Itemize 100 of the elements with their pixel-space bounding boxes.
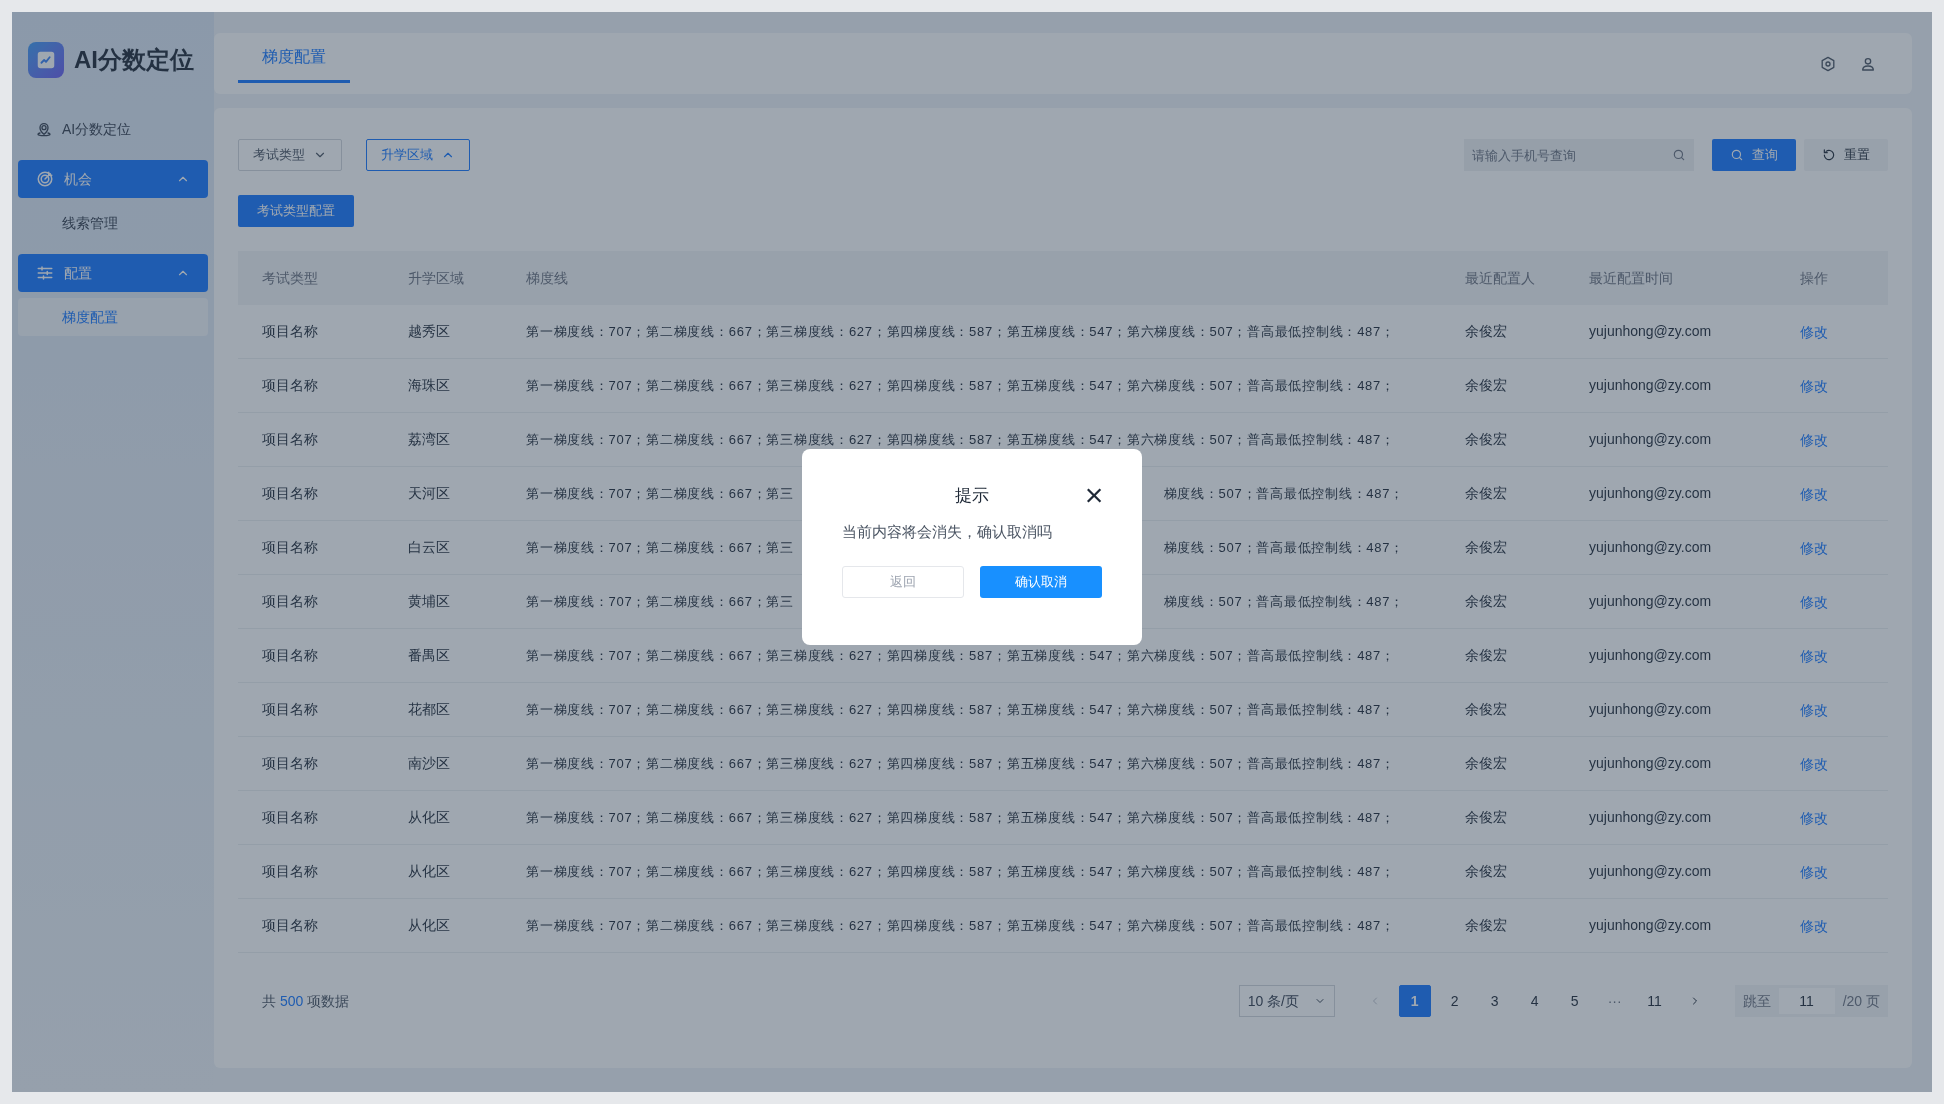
edit-link[interactable]: 修改: [1800, 809, 1828, 826]
edit-link[interactable]: 修改: [1800, 755, 1828, 772]
table-cell-text: 第一梯度线：707；第二梯度线：667；第三梯度线：627；第四梯度线：587；第五梯度线：547；第六梯度线：507；普高最低控制线：487；: [526, 646, 1395, 665]
edit-link[interactable]: 修改: [1800, 539, 1828, 556]
table-cell-text: yujunhong@zy.com: [1589, 484, 1713, 503]
table-cell-text: 梯度线：507；普高最低控制线：487；: [1163, 592, 1404, 611]
search-icon: [1672, 148, 1686, 162]
table-cell-text: 第一梯度线：707；第二梯度线：667；第三梯度线：627；第四梯度线：587；第五梯度线：547；第六梯度线：507；普高最低控制线：487；: [526, 700, 1395, 719]
table-cell-text: 项目名称: [262, 430, 319, 449]
table-cell-text: 项目名称: [262, 808, 319, 827]
table-cell-text: 项目名称: [262, 376, 319, 395]
page-button[interactable]: 1: [1398, 985, 1431, 1017]
table-cell-text: 余俊宏: [1465, 322, 1508, 341]
table-cell-text: 第一梯度线：707；第二梯度线：667；第三梯度线：627；第四梯度线：587；第五梯度线：547；第六梯度线：507；普高最低控制线：487；: [526, 376, 1395, 395]
column-header: 升学区域: [408, 268, 465, 288]
table-cell-text: 项目名称: [262, 484, 319, 503]
menu-item[interactable]: AI分数定位: [18, 110, 208, 148]
table-cell-text: 余俊宏: [1465, 646, 1508, 665]
edit-link[interactable]: 修改: [1800, 323, 1828, 340]
edit-link[interactable]: 修改: [1800, 701, 1828, 718]
table-cell-text: 余俊宏: [1465, 754, 1508, 773]
table-cell-text: 余俊宏: [1465, 484, 1508, 503]
table-cell-text: yujunhong@zy.com: [1589, 916, 1713, 935]
table-cell-text: 梯度线：507；普高最低控制线：487；: [1163, 538, 1404, 557]
table-cell-text: 第一梯度线：707；第二梯度线：667；第三: [526, 484, 794, 503]
column-header: 梯度线: [526, 268, 569, 288]
table-cell-text: 第一梯度线：707；第二梯度线：667；第三梯度线：627；第四梯度线：587；第五梯度线：547；第六梯度线：507；普高最低控制线：487；: [526, 916, 1395, 935]
table-cell-text: yujunhong@zy.com: [1589, 592, 1713, 611]
table-cell-text: yujunhong@zy.com: [1589, 538, 1713, 557]
table-cell-text: 黄埔区: [408, 592, 451, 611]
table-cell-text: 海珠区: [408, 376, 451, 395]
edit-link[interactable]: 修改: [1800, 647, 1828, 664]
reset-button[interactable]: 重置: [1804, 139, 1888, 171]
dialog-message: 当前内容将会消失，确认取消吗: [841, 522, 1053, 542]
filter-dropdown[interactable]: 考试类型: [238, 139, 342, 171]
page-count: /20 页: [1842, 991, 1880, 1011]
edit-link[interactable]: 修改: [1800, 863, 1828, 880]
submenu-item[interactable]: 线索管理: [18, 204, 208, 242]
close-button[interactable]: ×: [1080, 481, 1108, 509]
table-cell-text: 第一梯度线：707；第二梯度线：667；第三梯度线：627；第四梯度线：587；第五梯度线：547；第六梯度线：507；普高最低控制线：487；: [526, 754, 1395, 773]
table-cell-text: 第一梯度线：707；第二梯度线：667；第三: [526, 592, 794, 611]
table-cell-text: yujunhong@zy.com: [1589, 862, 1713, 881]
tab[interactable]: 梯度配置: [238, 33, 350, 83]
menu-group[interactable]: 机会: [18, 160, 208, 198]
table-cell-text: 第一梯度线：707；第二梯度线：667；第三梯度线：627；第四梯度线：587；第五梯度线：547；第六梯度线：507；普高最低控制线：487；: [526, 322, 1395, 341]
column-header: 最近配置人: [1465, 268, 1536, 288]
table-cell-text: 第一梯度线：707；第二梯度线：667；第三梯度线：627；第四梯度线：587；第五梯度线：547；第六梯度线：507；普高最低控制线：487；: [526, 430, 1395, 449]
column-header: 考试类型: [262, 268, 319, 288]
table-cell-text: 从化区: [408, 916, 451, 935]
menu-group[interactable]: 配置: [18, 254, 208, 292]
filter-dropdown[interactable]: 升学区域: [366, 139, 470, 171]
page-jump-input[interactable]: 11: [1778, 988, 1835, 1014]
edit-link[interactable]: 修改: [1800, 431, 1828, 448]
table-cell-text: 余俊宏: [1465, 376, 1508, 395]
table-cell-text: 余俊宏: [1465, 916, 1508, 935]
table-cell-text: 项目名称: [262, 700, 319, 719]
table-cell-text: 梯度线：507；普高最低控制线：487；: [1163, 484, 1404, 503]
location-pin-icon: [36, 121, 52, 137]
edit-link[interactable]: 修改: [1800, 377, 1828, 394]
page-size-select[interactable]: 10 条/页: [1238, 985, 1335, 1017]
edit-link[interactable]: 修改: [1800, 485, 1828, 502]
table-cell-text: 余俊宏: [1465, 538, 1508, 557]
search-icon: [1730, 148, 1744, 162]
table-cell-text: yujunhong@zy.com: [1589, 700, 1713, 719]
edit-link[interactable]: 修改: [1800, 593, 1828, 610]
column-header: 最近配置时间: [1589, 268, 1674, 288]
table-cell-text: 荔湾区: [408, 430, 451, 449]
submenu-item[interactable]: 梯度配置: [18, 298, 208, 336]
table-cell-text: yujunhong@zy.com: [1589, 376, 1713, 395]
sliders-icon: [36, 264, 54, 282]
table-cell-text: yujunhong@zy.com: [1589, 808, 1713, 827]
table-cell-text: 项目名称: [262, 754, 319, 773]
confirm-button[interactable]: 确认取消: [980, 565, 1102, 598]
table-cell-text: 第一梯度线：707；第二梯度线：667；第三: [526, 538, 794, 557]
table-cell-text: 项目名称: [262, 538, 319, 557]
table-cell-text: yujunhong@zy.com: [1589, 322, 1713, 341]
table-cell-text: 天河区: [408, 484, 451, 503]
user-icon: [1860, 55, 1876, 72]
table-cell-text: 项目名称: [262, 322, 319, 341]
table-cell-text: 第一梯度线：707；第二梯度线：667；第三梯度线：627；第四梯度线：587；第五梯度线：547；第六梯度线：507；普高最低控制线：487；: [526, 808, 1395, 827]
jump-label: 跳至: [1742, 991, 1771, 1011]
table-cell-text: 花都区: [408, 700, 451, 719]
settings-button[interactable]: [1820, 55, 1836, 72]
table-cell-text: 从化区: [408, 862, 451, 881]
config-button[interactable]: 考试类型配置: [238, 195, 354, 227]
table-cell-text: yujunhong@zy.com: [1589, 430, 1713, 449]
page-ellipsis: ···: [1606, 991, 1623, 1011]
back-button[interactable]: 返回: [842, 565, 964, 598]
user-button[interactable]: [1860, 55, 1876, 72]
table-cell-text: 白云区: [408, 538, 451, 557]
search-field[interactable]: 请输入手机号查询: [1464, 139, 1694, 171]
table-cell-text: 项目名称: [262, 592, 319, 611]
refresh-icon: [1822, 148, 1836, 162]
settings-icon: [1820, 55, 1836, 72]
table-cell-text: yujunhong@zy.com: [1589, 646, 1713, 665]
edit-link[interactable]: 修改: [1800, 917, 1828, 934]
table-cell-text: yujunhong@zy.com: [1589, 754, 1713, 773]
table-cell-text: 从化区: [408, 808, 451, 827]
query-button[interactable]: 查询: [1712, 139, 1796, 171]
table-cell-text: 南沙区: [408, 754, 451, 773]
